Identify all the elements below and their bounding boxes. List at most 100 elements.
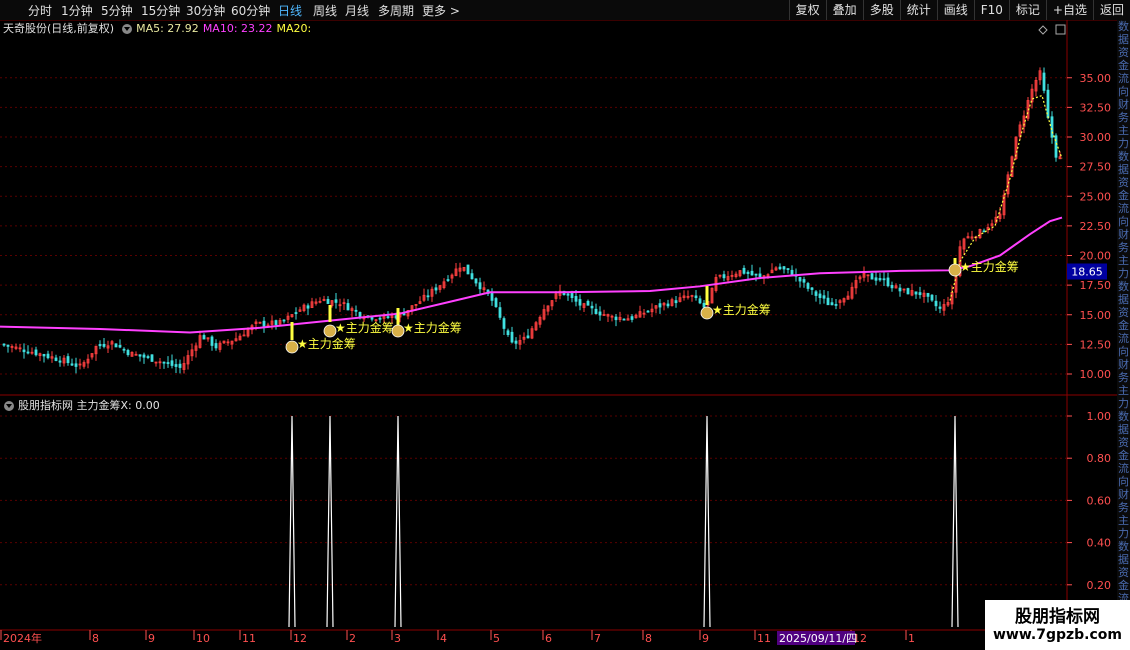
sidebar-glyph: 力 <box>1118 527 1129 540</box>
candle-body <box>242 334 246 337</box>
candle-body <box>34 349 38 356</box>
sidebar-glyph: 务 <box>1118 241 1129 254</box>
candle-body <box>282 319 286 322</box>
sidebar-glyph: 主 <box>1118 384 1129 397</box>
price-tick-label: 20.00 <box>1080 250 1112 263</box>
candle-body <box>570 293 574 299</box>
signal-label: ★主力金筹 <box>712 302 771 317</box>
candle-body <box>930 294 934 301</box>
candle-body <box>54 357 58 361</box>
candle-body <box>814 291 818 296</box>
time-tick-label: 6 <box>545 632 552 645</box>
candle-body <box>334 299 338 303</box>
candle-body <box>594 308 598 314</box>
candle-body <box>354 309 358 312</box>
indicator-spike <box>951 415 959 628</box>
signal-label: ★主力金筹 <box>960 259 1019 274</box>
candle-body <box>890 284 894 289</box>
price-tick-label: 17.50 <box>1080 279 1112 292</box>
time-tick-label: 2024年 <box>3 631 42 645</box>
sidebar-glyph: 数 <box>1118 20 1129 33</box>
time-tick-label: 7 <box>594 632 601 645</box>
candle-body <box>58 360 62 363</box>
candle-body <box>346 303 350 311</box>
candle-body <box>66 356 70 364</box>
candle-body <box>126 350 130 356</box>
price-tick-label: 30.00 <box>1080 131 1112 144</box>
candle-body <box>778 266 782 270</box>
price-tick-label: 15.00 <box>1080 309 1112 322</box>
candlesticks <box>2 67 1062 374</box>
candle-body <box>666 303 670 307</box>
sidebar-glyph: 金 <box>1118 449 1129 462</box>
candle-body <box>474 278 478 284</box>
indicator-tick-label: 0.60 <box>1087 494 1112 507</box>
candle-body <box>370 317 374 320</box>
time-tick-label: 9 <box>148 632 155 645</box>
price-tick-label: 27.50 <box>1080 161 1112 174</box>
signal-label: ★主力金筹 <box>297 336 356 351</box>
price-tick-label: 35.00 <box>1080 72 1112 85</box>
candle-body <box>982 230 986 233</box>
signal-label: ★主力金筹 <box>335 320 394 335</box>
indicator-tick-label: 0.40 <box>1087 537 1112 550</box>
candle-body <box>586 300 590 306</box>
candle-body <box>294 312 298 314</box>
candle-body <box>178 363 182 368</box>
indicator-spike <box>394 415 402 628</box>
candle-body <box>646 310 650 313</box>
indicator-spike <box>288 415 296 628</box>
indicator-tick-label: 0.20 <box>1087 579 1112 592</box>
candle-body <box>566 293 570 296</box>
sidebar-glyph: 向 <box>1118 345 1129 358</box>
candle-body <box>754 273 758 276</box>
sidebar-glyph: 据 <box>1118 553 1129 566</box>
indicator-dropdown-icon[interactable] <box>4 401 14 411</box>
sidebar-glyph: 资 <box>1118 306 1129 319</box>
sidebar-glyph: 向 <box>1118 475 1129 488</box>
diamond-icon <box>1038 25 1048 35</box>
indicator-info-bar: 股朋指标网 主力金筹X: 0.00 <box>0 397 160 415</box>
sidebar-glyph: 流 <box>1118 202 1129 215</box>
candle-body <box>810 287 814 290</box>
sidebar-glyph: 金 <box>1118 579 1129 592</box>
candle-body <box>6 344 10 347</box>
candle-body <box>514 340 518 344</box>
sidebar-glyph: 务 <box>1118 371 1129 384</box>
candle-body <box>162 361 166 364</box>
candle-body <box>786 268 790 270</box>
price-tick-label: 22.50 <box>1080 220 1112 233</box>
candle-body <box>502 318 506 329</box>
candle-body <box>46 353 50 359</box>
sidebar-glyph: 主 <box>1118 124 1129 137</box>
current-price-label: 18.65 <box>1071 265 1103 278</box>
candle-body <box>926 292 930 297</box>
right-sidebar-tabs[interactable]: 数据资金流向财务主力数据资金流向财务主力数据资金流向财务主力数据资金流向财务主力… <box>1117 20 1130 630</box>
sidebar-glyph: 财 <box>1118 98 1129 111</box>
candle-body <box>22 349 26 353</box>
candle-body <box>498 307 502 318</box>
candle-body <box>214 343 218 349</box>
candle-body <box>1050 116 1054 138</box>
candle-body <box>934 300 938 307</box>
candle-body <box>622 318 626 321</box>
price-tick-label: 10.00 <box>1080 368 1112 381</box>
sidebar-glyph: 据 <box>1118 423 1129 436</box>
candle-body <box>914 291 918 295</box>
candle-body <box>750 270 754 276</box>
sidebar-glyph: 财 <box>1118 358 1129 371</box>
candle-body <box>150 354 154 362</box>
candle-body <box>526 335 530 339</box>
candle-body <box>614 316 618 321</box>
candle-body <box>898 287 902 292</box>
candle-body <box>886 277 890 287</box>
sidebar-glyph: 向 <box>1118 85 1129 98</box>
candle-body <box>694 295 698 299</box>
sidebar-glyph: 主 <box>1118 254 1129 267</box>
indicator-tick-label: 0.80 <box>1087 452 1112 465</box>
sidebar-glyph: 务 <box>1118 501 1129 514</box>
kline-chart[interactable]: 35.00 32.50 30.00 27.50 25.00 22.50 20.00 17.50… <box>0 0 1130 650</box>
candle-body <box>26 351 30 354</box>
sidebar-glyph: 资 <box>1118 436 1129 449</box>
cursor-date-label: 2025/09/11/四 <box>779 632 857 645</box>
